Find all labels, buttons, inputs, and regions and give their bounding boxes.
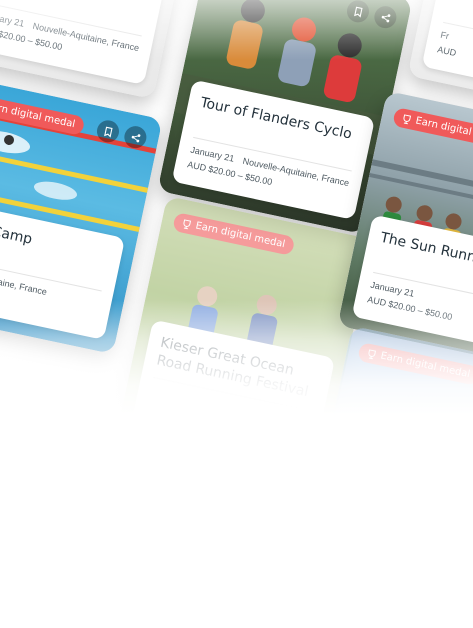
bookmark-icon: [103, 126, 113, 138]
event-info-panel: SwimForTri Camp January 21 Nouvelle-Aqui…: [0, 0, 166, 85]
trophy-icon: [366, 348, 378, 360]
event-card-swimfortri[interactable]: SwimForTri Camp January 21 Nouvelle-Aqui…: [0, 0, 203, 100]
event-showcase: SwimForTri Camp January 21 Nouvelle-Aqui…: [0, 0, 473, 628]
event-card-grid: SwimForTri Camp January 21 Nouvelle-Aqui…: [0, 0, 473, 628]
event-date: January 21: [0, 9, 26, 29]
event-location: Fr: [439, 29, 450, 42]
trophy-icon: [181, 218, 193, 230]
share-icon: [381, 13, 391, 22]
event-card-swim-camp[interactable]: Earn digital medal Swim Camp Nouvelle-Aq…: [0, 75, 163, 355]
share-icon: [131, 133, 141, 142]
bookmark-icon: [353, 6, 363, 18]
trophy-icon: [401, 113, 413, 125]
